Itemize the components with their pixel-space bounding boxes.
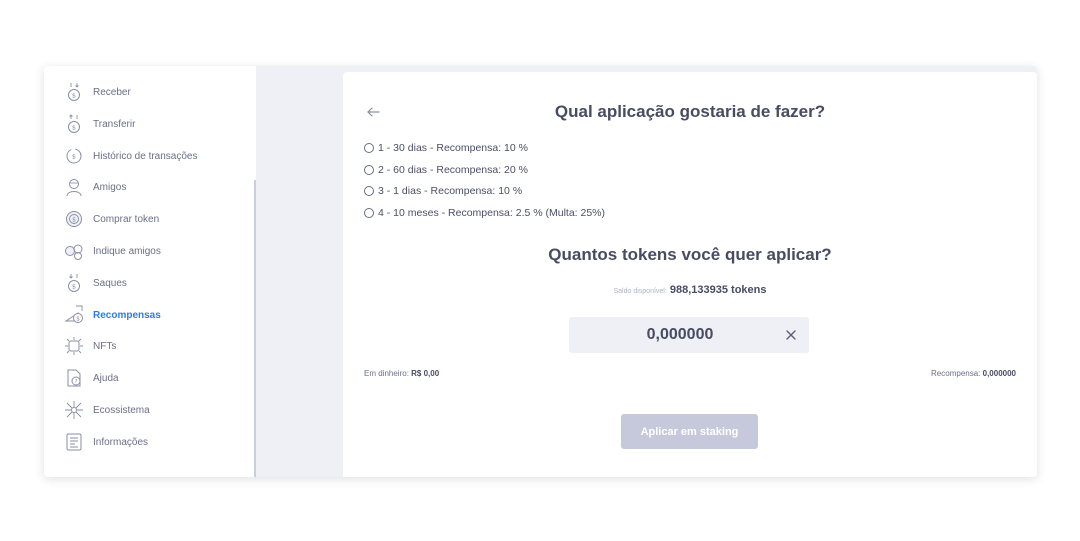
staking-option-3[interactable]: 3 - 1 dias - Recompensa: 10 % (364, 183, 605, 199)
sidebar-item-saques[interactable]: $ Saques (63, 271, 127, 295)
help-icon: ? (63, 367, 85, 389)
sidebar-item-historico-de-transacoes[interactable]: $ Histórico de transações (63, 144, 198, 168)
staking-option-2[interactable]: 2 - 60 dias - Recompensa: 20 % (364, 162, 605, 178)
sidebar-scrollbar[interactable] (254, 180, 256, 477)
svg-text:$: $ (72, 216, 76, 223)
history-icon: $ (63, 145, 85, 167)
option-label: 4 - 10 meses - Recompensa: 2.5 % (Multa:… (378, 206, 606, 219)
sidebar-item-label: Receber (93, 86, 131, 98)
reward-label: Recompensa: (931, 369, 981, 378)
amount-input[interactable] (569, 317, 791, 353)
option-label: 3 - 1 dias - Recompensa: 10 % (378, 185, 523, 197)
sidebar-item-indique-amigos[interactable]: Indique amigos (63, 239, 161, 263)
balance-label: Saldo disponível: (613, 288, 667, 295)
sidebar-item-label: Histórico de transações (93, 150, 198, 162)
sidebar-item-label: Comprar token (93, 213, 160, 225)
apply-staking-button[interactable]: Aplicar em staking (621, 414, 758, 449)
cash-label: Em dinheiro: (364, 369, 409, 378)
available-balance: Saldo disponível: 988,133935 tokens (343, 284, 1037, 296)
sidebar-item-nfts[interactable]: NFTs (63, 334, 116, 358)
radio-button[interactable] (364, 207, 374, 218)
amount-field[interactable] (569, 317, 809, 353)
radio-button[interactable] (364, 186, 374, 196)
reward-value: 0,000000 (982, 369, 1016, 378)
friends-icon (63, 176, 85, 198)
buy-token-icon: $ (63, 208, 85, 230)
sidebar-item-label: Ecossistema (93, 404, 150, 416)
sidebar-item-label: Indique amigos (93, 245, 161, 257)
rewards-icon: $ (63, 304, 85, 326)
balance-value: 988,133935 tokens (669, 284, 767, 296)
sidebar-item-comprar-token[interactable]: $ Comprar token (63, 207, 159, 231)
radio-button[interactable] (364, 164, 374, 175)
sidebar-item-label: Saques (93, 277, 127, 289)
sidebar-item-label: NFTs (93, 340, 117, 352)
withdraw-icon: $ (63, 272, 85, 294)
sidebar-item-label: Amigos (93, 181, 127, 193)
sidebar-item-ecossistema[interactable]: Ecossistema (63, 398, 150, 422)
staking-options: 1 - 30 dias - Recompensa: 10 % 2 - 60 di… (364, 140, 605, 226)
sidebar-item-label: Ajuda (93, 372, 119, 384)
nft-icon (63, 335, 85, 357)
svg-text:?: ? (75, 379, 78, 385)
transfer-coin-icon: $ (63, 113, 85, 135)
staking-panel: Qual aplicação gostaria de fazer? 1 - 30… (343, 72, 1037, 477)
svg-text:$: $ (72, 124, 76, 132)
sidebar-item-label: Transferir (93, 118, 136, 130)
app-frame: $ Receber $ Transferir $ Histórico de transaç… (44, 66, 1037, 477)
sidebar-item-label: Informações (93, 436, 149, 448)
radio-button[interactable] (364, 143, 374, 153)
refer-friends-icon (63, 240, 85, 262)
sidebar-item-recompensas[interactable]: $ Recompensas (63, 303, 161, 327)
svg-text:$: $ (76, 315, 80, 322)
sidebar: $ Receber $ Transferir $ Histórico de transaç… (44, 66, 256, 477)
cash-value: R$ 0,00 (411, 369, 440, 378)
option-label: 1 - 30 dias - Recompensa: 10 % (378, 142, 528, 154)
svg-text:$: $ (72, 153, 76, 161)
sidebar-item-transferir[interactable]: $ Transferir (63, 112, 135, 136)
page-title: Qual aplicação gostaria de fazer? (554, 102, 826, 121)
cash-equivalent: Em dinheiro: R$ 0,00 (364, 369, 439, 378)
staking-option-4[interactable]: 4 - 10 meses - Recompensa: 2.5 % (Multa:… (364, 205, 605, 221)
tokens-title: Quantos tokens você quer aplicar? (548, 245, 832, 264)
sidebar-item-informacoes[interactable]: Informações (63, 430, 148, 454)
sidebar-item-receber[interactable]: $ Receber (63, 80, 131, 104)
receive-coin-icon: $ (63, 81, 85, 103)
staking-option-1[interactable]: 1 - 30 dias - Recompensa: 10 % (364, 140, 605, 156)
info-icon (63, 431, 85, 453)
sidebar-item-ajuda[interactable]: ? Ajuda (63, 366, 119, 390)
close-icon[interactable] (784, 328, 798, 342)
reward-estimate: Recompensa: 0,000000 (931, 369, 1016, 378)
option-label: 2 - 60 dias - Recompensa: 20 % (378, 163, 528, 176)
svg-text:$: $ (72, 283, 76, 291)
sidebar-item-label: Recompensas (93, 309, 161, 321)
svg-text:$: $ (72, 92, 76, 100)
ecosystem-icon (63, 399, 85, 421)
sidebar-item-amigos[interactable]: Amigos (63, 175, 126, 199)
